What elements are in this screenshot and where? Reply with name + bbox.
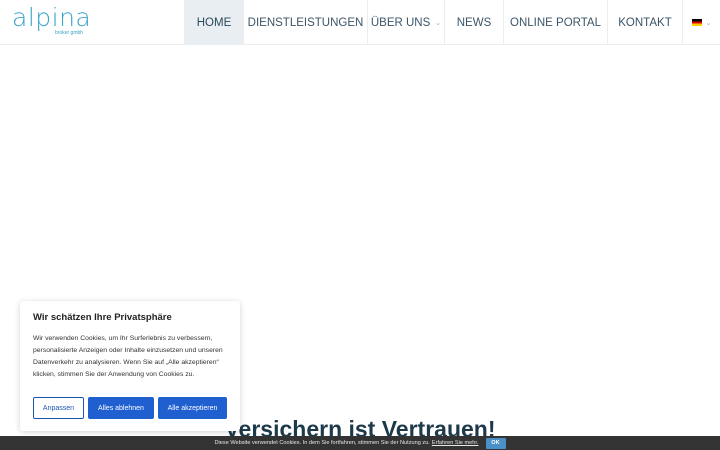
consent-buttons: Anpassen Alles ablehnen Alle akzeptieren (33, 397, 227, 419)
chevron-down-icon: ⌄ (435, 20, 442, 27)
site-header: alpina broker gmbh HOME DIENSTLEISTUNGEN… (0, 0, 720, 45)
consent-text: Wir verwenden Cookies, um Ihr Surferlebn… (33, 335, 223, 378)
nav-online-portal[interactable]: ONLINE PORTAL (503, 0, 607, 45)
nav-kontakt[interactable]: KONTAKT (607, 0, 682, 45)
cookie-consent-dialog: Wir schätzen Ihre Privatsphäre Wir verwe… (20, 301, 240, 431)
reject-all-button[interactable]: Alles ablehnen (88, 397, 154, 419)
cookiebar-ok-button[interactable]: OK (485, 437, 506, 449)
nav-home-label: HOME (196, 16, 232, 29)
chevron-down-icon: ⌄ (705, 20, 712, 27)
cookiebar-text: Diese Website verwendet Cookies. In dem … (214, 440, 430, 446)
nav-online-portal-label: ONLINE PORTAL (510, 16, 601, 29)
nav-dienstleistungen-label: DIENSTLEISTUNGEN (247, 16, 364, 29)
alpina-logo[interactable]: alpina broker gmbh (12, 3, 92, 38)
nav-kontakt-label: KONTAKT (618, 16, 672, 29)
logo-wordmark: alpina (12, 3, 91, 32)
language-switcher[interactable]: ⌄ (682, 0, 720, 45)
de-flag-icon (691, 19, 702, 26)
accept-all-button[interactable]: Alle akzeptieren (158, 397, 227, 419)
consent-title: Wir schätzen Ihre Privatsphäre (33, 312, 172, 323)
learn-more-link[interactable]: Erfahren Sie mehr. (432, 440, 479, 446)
logo-word: alpina (12, 3, 92, 32)
nav-news[interactable]: NEWS (444, 0, 503, 45)
nav-ueber-uns-label: ÜBER UNS (370, 16, 431, 29)
customize-button[interactable]: Anpassen (33, 397, 84, 419)
nav-ueber-uns[interactable]: ÜBER UNS ⌄ (367, 0, 444, 45)
main-nav: HOME DIENSTLEISTUNGEN ÜBER UNS ⌄ NEWS ON… (184, 0, 720, 45)
nav-dienstleistungen[interactable]: DIENSTLEISTUNGEN (243, 0, 367, 45)
nav-home[interactable]: HOME (184, 0, 243, 45)
logo-tagline: broker gmbh (55, 30, 84, 36)
cookie-notice-bar: Diese Website verwendet Cookies. In dem … (0, 436, 720, 450)
nav-news-label: NEWS (456, 16, 492, 29)
